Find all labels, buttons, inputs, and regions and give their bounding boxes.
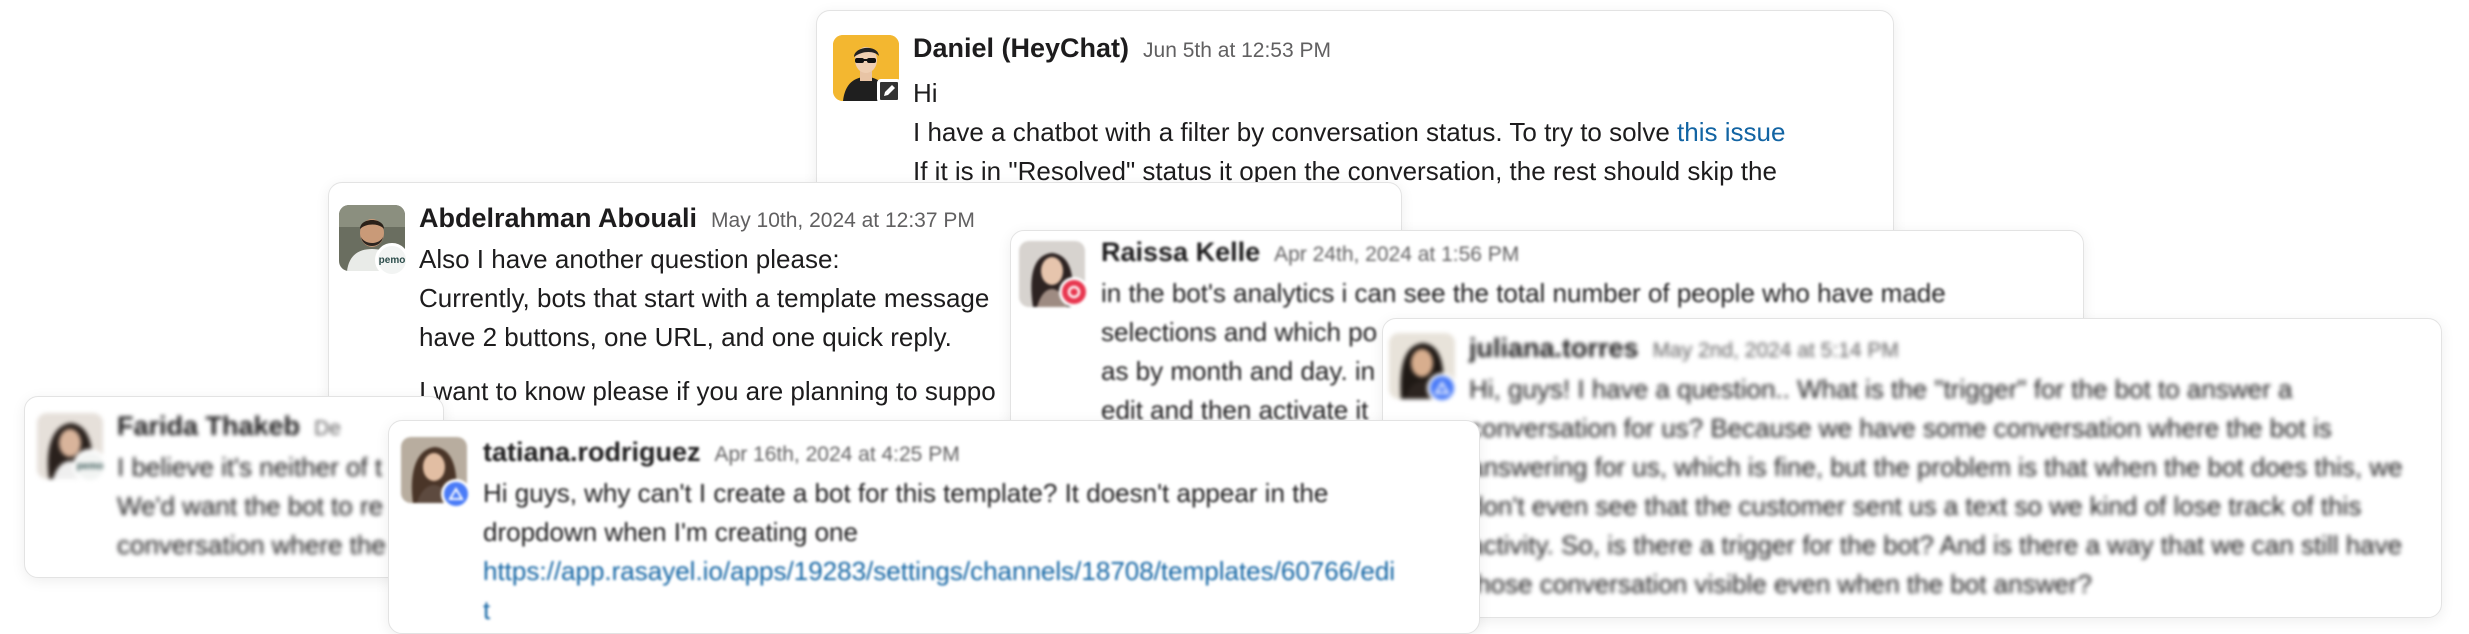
message-header: Raissa Kelle Apr 24th, 2024 at 1:56 PM bbox=[1101, 237, 1519, 268]
message-line: dropdown when I'm creating one bbox=[483, 517, 858, 547]
triangle-icon bbox=[1427, 373, 1457, 403]
pemo-badge: pemo bbox=[73, 449, 107, 483]
message-line: I believe it's neither of t bbox=[117, 452, 383, 482]
author-name[interactable]: Raissa Kelle bbox=[1101, 237, 1260, 268]
message-header: tatiana.rodriguez Apr 16th, 2024 at 4:25… bbox=[483, 437, 960, 468]
message-body: Hi I have a chatbot with a filter by con… bbox=[913, 74, 1785, 191]
pemo-badge: pemo bbox=[375, 243, 409, 277]
message-line: We'd want the bot to re bbox=[117, 491, 384, 521]
author-name[interactable]: Farida Thakeb bbox=[117, 411, 300, 442]
message-header: Daniel (HeyChat) Jun 5th at 12:53 PM bbox=[913, 33, 1331, 64]
message-line: activity. So, is there a trigger for the… bbox=[1469, 530, 2403, 560]
message-header: Farida Thakeb De bbox=[117, 411, 341, 442]
timestamp[interactable]: Jun 5th at 12:53 PM bbox=[1143, 39, 1331, 63]
timestamp[interactable]: Apr 24th, 2024 at 1:56 PM bbox=[1274, 243, 1519, 267]
message-line: don't even see that the customer sent us… bbox=[1469, 491, 2362, 521]
message-line: I want to know please if you are plannin… bbox=[419, 376, 996, 406]
template-link[interactable]: https://app.rasayel.io/apps/19283/settin… bbox=[483, 552, 1395, 591]
message-header: Abdelrahman Abouali May 10th, 2024 at 12… bbox=[419, 203, 975, 234]
timestamp[interactable]: May 10th, 2024 at 12:37 PM bbox=[711, 209, 975, 233]
message-card-farida[interactable]: pemo Farida Thakeb De I believe it's nei… bbox=[24, 396, 444, 578]
message-line: conversation for us? Because we have som… bbox=[1469, 413, 2332, 443]
template-link-continued[interactable]: t bbox=[483, 591, 1395, 630]
author-name[interactable]: Abdelrahman Abouali bbox=[419, 203, 697, 234]
message-line: I have a chatbot with a filter by conver… bbox=[913, 117, 1786, 147]
message-line: those conversation visible even when the… bbox=[1469, 569, 2092, 599]
message-line: Currently, bots that start with a templa… bbox=[419, 283, 990, 313]
message-line: Hi bbox=[913, 78, 938, 108]
message-body: Also I have another question please: Cur… bbox=[419, 240, 996, 411]
pencil-icon bbox=[877, 79, 901, 103]
message-card-juliana[interactable]: juliana.torres May 2nd, 2024 at 5:14 PM … bbox=[1382, 318, 2442, 618]
message-header: juliana.torres May 2nd, 2024 at 5:14 PM bbox=[1469, 333, 1899, 364]
ring-icon bbox=[1059, 277, 1089, 307]
message-line: conversation where the bbox=[117, 530, 386, 560]
message-line: answering for us, which is fine, but the… bbox=[1469, 452, 2403, 482]
message-line: Also I have another question please: bbox=[419, 244, 840, 274]
issue-link[interactable]: this issue bbox=[1677, 117, 1785, 147]
message-body: I believe it's neither of t We'd want th… bbox=[117, 448, 386, 565]
author-name[interactable]: Daniel (HeyChat) bbox=[913, 33, 1129, 64]
message-line: have 2 buttons, one URL, and one quick r… bbox=[419, 322, 952, 352]
timestamp[interactable]: May 2nd, 2024 at 5:14 PM bbox=[1653, 339, 1899, 363]
message-body: Hi guys, why can't I create a bot for th… bbox=[483, 474, 1395, 630]
author-name[interactable]: tatiana.rodriguez bbox=[483, 437, 701, 468]
message-body: Hi, guys! I have a question.. What is th… bbox=[1469, 370, 2403, 604]
message-card-tatiana[interactable]: tatiana.rodriguez Apr 16th, 2024 at 4:25… bbox=[388, 420, 1480, 634]
message-line: in the bot's analytics i can see the tot… bbox=[1101, 278, 1946, 308]
author-name[interactable]: juliana.torres bbox=[1469, 333, 1639, 364]
timestamp[interactable]: De bbox=[314, 417, 341, 441]
triangle-icon bbox=[441, 479, 471, 509]
timestamp[interactable]: Apr 16th, 2024 at 4:25 PM bbox=[715, 443, 960, 467]
message-line: Hi, guys! I have a question.. What is th… bbox=[1469, 374, 2293, 404]
message-line: Hi guys, why can't I create a bot for th… bbox=[483, 478, 1329, 508]
